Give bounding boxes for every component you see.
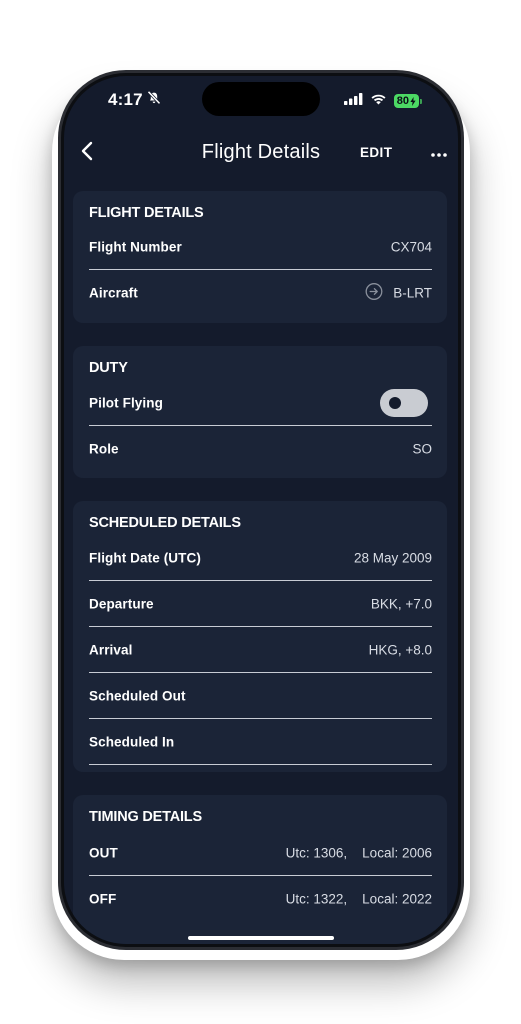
row-label: Pilot Flying (89, 395, 163, 411)
battery-level: 80 (396, 95, 409, 107)
row-value-group: B-LRT (328, 268, 432, 319)
row-value: HKG, +8.0 (368, 642, 432, 658)
row-value: Utc: 1322, Local: 2022 (285, 891, 432, 907)
off-row[interactable]: OFF Utc: 1322, Local: 2022 (89, 876, 432, 922)
row-value: SO (412, 441, 432, 457)
departure-row[interactable]: Departure BKK, +7.0 (89, 581, 432, 627)
duty-card: DUTY Pilot Flying Role SO (73, 346, 447, 478)
row-label: Scheduled Out (89, 688, 186, 704)
bell-slash-icon (147, 90, 161, 110)
status-time: 4:17 (108, 90, 161, 110)
pilot-flying-toggle[interactable] (380, 389, 428, 417)
arrival-row[interactable]: Arrival HKG, +8.0 (89, 627, 432, 673)
arrow-circle-right-icon[interactable] (328, 268, 384, 319)
home-indicator[interactable] (188, 936, 334, 940)
flight-details-card: FLIGHT DETAILS Flight Number CX704 Aircr… (73, 191, 447, 323)
status-indicators: 80 (343, 92, 422, 110)
battery-icon: 80 (393, 93, 422, 109)
section-title: TIMING DETAILS (89, 809, 202, 825)
row-label: Departure (89, 596, 154, 612)
dynamic-island (202, 82, 320, 116)
section-title: FLIGHT DETAILS (89, 205, 204, 221)
toggle-knob (389, 397, 401, 409)
wifi-icon (370, 92, 387, 110)
row-label: Role (89, 441, 119, 457)
scheduled-in-row[interactable]: Scheduled In (89, 719, 432, 765)
app-screen: 4:17 80 Flight Details EDIT FLIGHT DETAI… (64, 76, 458, 944)
row-label: Flight Number (89, 239, 182, 255)
row-label: OFF (89, 891, 117, 907)
page-title: Flight Details (201, 141, 321, 163)
row-value: B-LRT (393, 285, 432, 301)
aircraft-row[interactable]: Aircraft B-LRT (89, 270, 432, 316)
navigation-bar: Flight Details EDIT (64, 138, 458, 168)
row-label: Flight Date (UTC) (89, 550, 201, 566)
section-title: SCHEDULED DETAILS (89, 515, 241, 531)
row-value: 28 May 2009 (353, 550, 432, 566)
pilot-flying-row: Pilot Flying (89, 380, 432, 426)
edit-button[interactable]: EDIT (360, 145, 392, 160)
row-label: OUT (89, 845, 118, 861)
scheduled-out-row[interactable]: Scheduled Out (89, 673, 432, 719)
timing-details-card: TIMING DETAILS OUT Utc: 1306, Local: 200… (73, 795, 447, 944)
row-label: Aircraft (89, 285, 138, 301)
flight-number-row[interactable]: Flight Number CX704 (89, 224, 432, 270)
ellipsis-icon (431, 144, 447, 162)
out-row[interactable]: OUT Utc: 1306, Local: 2006 (89, 830, 432, 876)
more-button[interactable] (429, 142, 449, 164)
row-label: Scheduled In (89, 734, 175, 750)
flight-date-row[interactable]: Flight Date (UTC) 28 May 2009 (89, 535, 432, 581)
role-row[interactable]: Role SO (89, 426, 432, 472)
scheduled-details-card: SCHEDULED DETAILS Flight Date (UTC) 28 M… (73, 501, 447, 772)
row-divider (89, 764, 432, 765)
section-title: DUTY (89, 360, 128, 376)
row-value: BKK, +7.0 (370, 596, 432, 612)
signal-icon (343, 92, 363, 110)
status-time-label: 4:17 (108, 90, 143, 109)
row-value: Utc: 1306, Local: 2006 (285, 845, 432, 861)
row-label: Arrival (89, 642, 133, 658)
row-value: CX704 (390, 239, 432, 255)
